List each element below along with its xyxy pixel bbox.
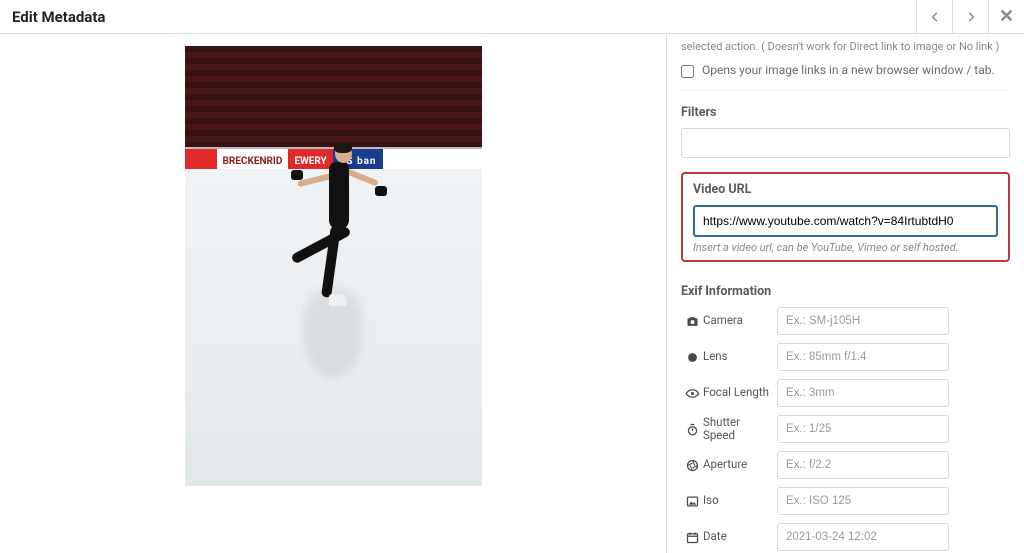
exif-date-input[interactable] (777, 523, 949, 551)
lens-icon (681, 350, 703, 365)
exif-focal-row: Focal Length (681, 379, 1010, 407)
exif-date-label: Date (703, 530, 777, 543)
exif-aperture-label: Aperture (703, 458, 777, 471)
close-icon: ✕ (999, 6, 1014, 27)
exif-focal-label: Focal Length (703, 386, 777, 399)
open-new-tab-checkbox[interactable] (681, 65, 694, 78)
preview-pane: BRECKENRID EWERY US ban (0, 34, 666, 553)
exif-camera-input[interactable] (777, 307, 949, 335)
exif-camera-label: Camera (703, 314, 777, 327)
aperture-icon (681, 458, 703, 473)
open-new-tab-row: Opens your image links in a new browser … (681, 63, 1010, 78)
next-button[interactable] (952, 0, 988, 33)
video-url-title: Video URL (693, 182, 998, 197)
video-url-callout: Video URL Insert a video url, can be You… (681, 172, 1010, 262)
stopwatch-icon (681, 422, 703, 437)
topbar-buttons: ✕ (916, 0, 1024, 33)
exif-camera-row: Camera (681, 307, 1010, 335)
filters-title: Filters (681, 105, 1010, 120)
chevron-left-icon (928, 10, 942, 24)
exif-aperture-input[interactable] (777, 451, 949, 479)
eye-icon (681, 386, 703, 401)
calendar-icon (681, 530, 703, 545)
exif-shutter-row: Shutter Speed (681, 415, 1010, 443)
exif-lens-input[interactable] (777, 343, 949, 371)
preview-skater (305, 134, 373, 314)
video-url-hint: Insert a video url, can be YouTube, Vime… (693, 241, 998, 254)
close-button[interactable]: ✕ (988, 0, 1024, 33)
exif-focal-input[interactable] (777, 379, 949, 407)
divider (681, 90, 1010, 91)
exif-aperture-row: Aperture (681, 451, 1010, 479)
filters-input[interactable] (681, 128, 1010, 158)
exif-iso-label: Iso (703, 494, 777, 507)
link-action-note: selected action. ( Doesn't work for Dire… (681, 34, 1010, 53)
video-url-input[interactable] (693, 205, 998, 237)
exif-shutter-input[interactable] (777, 415, 949, 443)
open-new-tab-label: Opens your image links in a new browser … (702, 63, 995, 77)
exif-shutter-label: Shutter Speed (703, 416, 777, 442)
body: BRECKENRID EWERY US ban selected action.… (0, 34, 1024, 553)
metadata-panel: selected action. ( Doesn't work for Dire… (666, 34, 1024, 553)
prev-button[interactable] (916, 0, 952, 33)
exif-lens-label: Lens (703, 350, 777, 363)
exif-iso-row: Iso (681, 487, 1010, 515)
camera-icon (681, 314, 703, 329)
image-preview: BRECKENRID EWERY US ban (185, 46, 482, 486)
image-icon (681, 494, 703, 509)
exif-date-row: Date (681, 523, 1010, 551)
chevron-right-icon (964, 10, 978, 24)
page-title: Edit Metadata (12, 8, 105, 26)
exif-lens-row: Lens (681, 343, 1010, 371)
exif-title: Exif Information (681, 284, 1010, 299)
exif-iso-input[interactable] (777, 487, 949, 515)
topbar: Edit Metadata ✕ (0, 0, 1024, 34)
